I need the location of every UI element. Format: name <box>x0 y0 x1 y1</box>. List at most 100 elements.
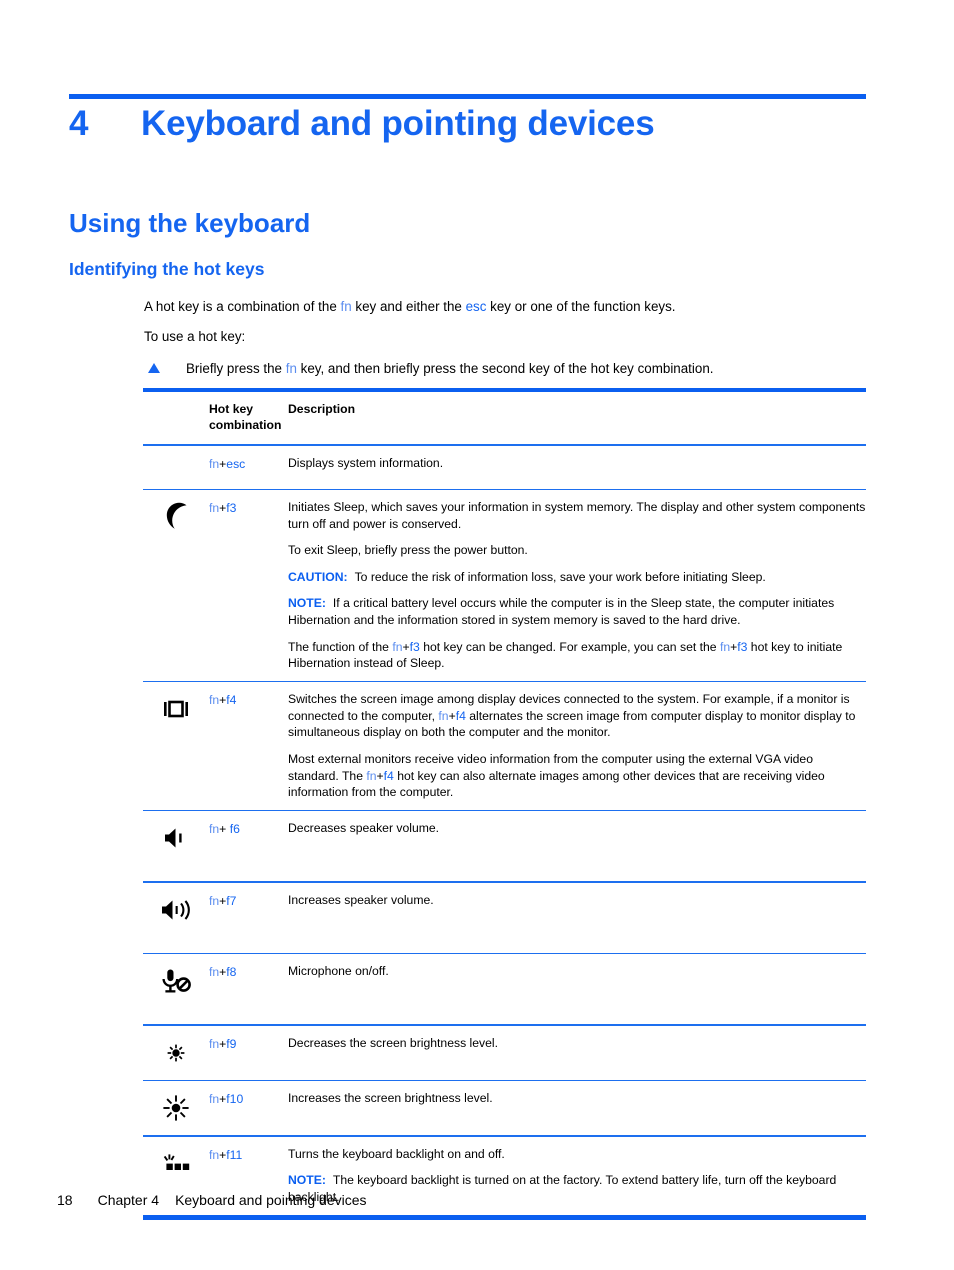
fn-key-inline: fn <box>209 1036 220 1051</box>
description-paragraph: Increases the screen brightness level. <box>288 1090 866 1107</box>
footer-page-number: 18 <box>57 1192 73 1208</box>
description-cell: Turns the keyboard backlight on and off.… <box>288 1146 866 1206</box>
display-switch-icon <box>143 691 209 725</box>
description-paragraph: Displays system information. <box>288 455 866 472</box>
callout-label: NOTE: <box>288 1173 326 1188</box>
description-cell: Initiates Sleep, which saves your inform… <box>288 499 866 672</box>
table-row: fn+f10 Increases the screen brightness le… <box>143 1081 866 1135</box>
callout-text: To reduce the risk of information loss, … <box>354 569 766 584</box>
microphone-mute-icon <box>143 963 209 997</box>
description-paragraph: NOTE: If a critical battery level occurs … <box>288 595 866 628</box>
intro-paragraph-1: A hot key is a combination of the fn key… <box>144 297 866 317</box>
fn-key-inline: fn <box>438 708 449 723</box>
description-cell: Microphone on/off. <box>288 963 866 980</box>
desc-text: Turns the keyboard backlight on and off. <box>288 1146 505 1161</box>
intro-body: A hot key is a combination of the fn key… <box>144 297 866 389</box>
fn-key-inline: fn <box>209 456 220 471</box>
desc-text: hot key can be changed. For example, you… <box>419 639 720 654</box>
fn-key-inline: fn <box>209 893 220 908</box>
intro-text-a: A hot key is a combination of the <box>144 299 341 314</box>
description-cell: Switches the screen image among display … <box>288 691 866 801</box>
description-paragraph: The function of the fn+f3 hot key can be… <box>288 639 866 672</box>
description-cell: Decreases the screen brightness level. <box>288 1035 866 1052</box>
desc-text: Microphone on/off. <box>288 964 389 979</box>
description-cell: Increases the screen brightness level. <box>288 1090 866 1107</box>
fn-key-inline: fn <box>209 1092 220 1107</box>
function-key-inline: f8 <box>226 965 237 980</box>
fn-key-inline: fn <box>209 1147 220 1162</box>
volume-up-icon <box>143 892 209 926</box>
table-body: fn+esc Displays system information. fn+f3 I… <box>143 446 866 1215</box>
plus-sign: + <box>402 639 410 654</box>
table-header-row: Hot key combination Description <box>143 392 866 444</box>
callout-label: CAUTION: <box>288 569 348 584</box>
description-paragraph: NOTE: The keyboard backlight is turned on… <box>288 1172 866 1205</box>
description-paragraph: Switches the screen image among display … <box>288 691 866 741</box>
desc-text: Increases the screen brightness level. <box>288 1091 493 1106</box>
table-row: fn+f3 Initiates Sleep, which saves your i… <box>143 490 866 681</box>
subsection-heading-identifying-the-hot-keys: Identifying the hot keys <box>69 259 265 279</box>
hot-key-table: Hot key combination Description fn+esc Di… <box>143 388 866 1220</box>
chapter-title-text: Keyboard and pointing devices <box>141 104 655 143</box>
hotkey-combination-cell: fn+f8 <box>209 963 288 981</box>
description-paragraph: Decreases the screen brightness level. <box>288 1035 866 1052</box>
description-paragraph: Most external monitors receive video inf… <box>288 751 866 801</box>
function-key-inline: f4 <box>226 693 237 708</box>
keyboard-backlight-icon <box>143 1146 209 1180</box>
esc-key-inline: esc <box>465 299 487 314</box>
footer-chapter-label: Chapter 4 <box>97 1192 160 1208</box>
fn-key-inline: fn <box>209 501 220 515</box>
table-header-hotkey-col: Hot key combination <box>209 401 288 433</box>
description-paragraph: Turns the keyboard backlight on and off. <box>288 1146 866 1163</box>
hotkey-combination-cell: fn+f7 <box>209 892 288 910</box>
chapter-number: 4 <box>69 104 89 143</box>
brightness-down-icon <box>143 1035 209 1069</box>
moon-icon <box>143 499 209 533</box>
callout-text: The keyboard backlight is turned on at t… <box>288 1173 837 1204</box>
description-cell: Decreases speaker volume. <box>288 820 866 837</box>
table-header-description-col: Description <box>288 402 356 416</box>
desc-text: Increases speaker volume. <box>288 892 434 907</box>
bullet-text-a: Briefly press the <box>186 361 286 376</box>
callout-label: NOTE: <box>288 596 326 611</box>
function-key-inline: f3 <box>226 501 237 515</box>
intro-text-c: key or one of the function keys. <box>486 299 676 314</box>
function-key-inline: f4 <box>455 708 466 723</box>
document-page: 4 Keyboard and pointing devices Using the… <box>0 0 954 1270</box>
function-key-inline: f4 <box>383 768 394 783</box>
page-title: 4 Keyboard and pointing devices <box>69 104 655 144</box>
triangle-bullet-icon <box>148 363 160 373</box>
description-paragraph: To exit Sleep, briefly press the power b… <box>288 542 866 559</box>
callout-text: If a critical battery level occurs while… <box>288 596 835 627</box>
none <box>143 455 209 457</box>
desc-text: Decreases speaker volume. <box>288 821 440 836</box>
hotkey-combination-cell: fn+f9 <box>209 1035 288 1053</box>
table-row: fn+f8 Microphone on/off. <box>143 954 866 1024</box>
fn-key-inline: fn <box>340 299 352 314</box>
desc-text: Decreases the screen brightness level. <box>288 1035 499 1050</box>
intro-paragraph-2: To use a hot key: <box>144 329 246 344</box>
desc-text: To exit Sleep, briefly press the power b… <box>288 543 528 558</box>
hotkey-combination-cell: fn+f11 <box>209 1146 288 1164</box>
table-row: fn+f7 Increases speaker volume. <box>143 883 866 953</box>
function-key-inline: f10 <box>226 1092 244 1107</box>
fn-key-inline: fn <box>209 822 220 837</box>
header-line-1: Hot key <box>209 402 254 416</box>
hotkey-combination-cell: fn+esc <box>209 455 288 473</box>
plus-sign: + <box>448 708 456 723</box>
plus-sign: + <box>376 768 384 783</box>
fn-key-inline: fn <box>392 639 403 654</box>
desc-text: Displays system information. <box>288 455 444 470</box>
table-header-icon-col <box>143 401 209 433</box>
footer-chapter-title: Keyboard and pointing devices <box>175 1192 367 1208</box>
description-paragraph: CAUTION: To reduce the risk of informatio… <box>288 569 866 586</box>
fn-key-inline: fn <box>285 361 297 376</box>
intro-text-b: key and either the <box>351 299 466 314</box>
desc-text: Initiates Sleep, which saves your inform… <box>288 500 866 531</box>
hotkey-combination-cell: fn+f3 <box>209 499 288 517</box>
function-key-inline: f7 <box>226 893 237 908</box>
description-cell: Increases speaker volume. <box>288 892 866 909</box>
hotkey-combination-cell: fn+f4 <box>209 691 288 709</box>
intro-bullet-item: Briefly press the fn key, and then brief… <box>144 359 866 379</box>
header-line-2: combination <box>209 418 282 432</box>
